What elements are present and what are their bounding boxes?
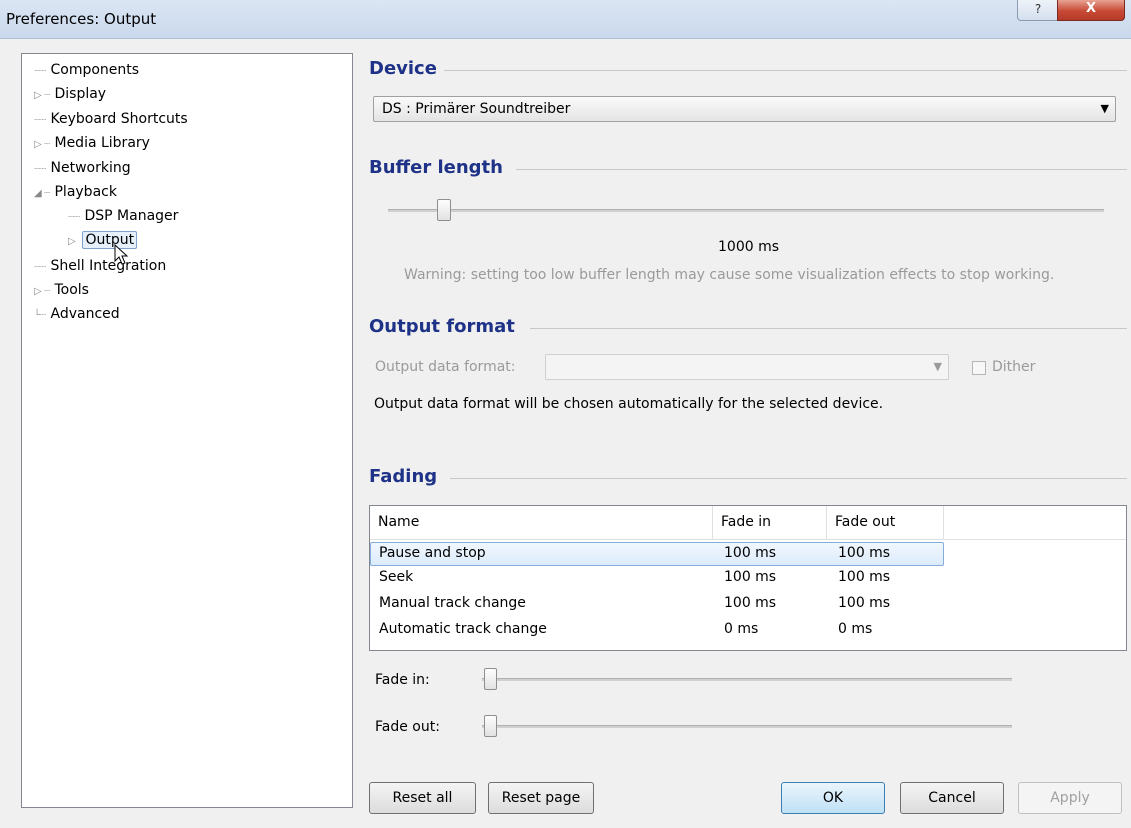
device-select[interactable]: DS : Primärer Soundtreiber ▼ xyxy=(373,96,1116,122)
tree-item-components[interactable]: ┈┈ Components xyxy=(34,60,139,82)
fade-out-slider-track[interactable] xyxy=(482,725,1012,728)
fade-in-label: Fade in: xyxy=(375,672,430,688)
tree-item-display[interactable]: ▷ ┈ Display xyxy=(34,84,106,106)
expand-icon[interactable]: ▷ xyxy=(34,135,44,155)
output-format-note: Output data format will be chosen automa… xyxy=(374,396,884,412)
dither-checkbox[interactable] xyxy=(972,361,986,375)
output-data-format-label: Output data format: xyxy=(375,359,516,375)
reset-all-button[interactable]: Reset all xyxy=(369,782,476,814)
row-fade-out: 100 ms xyxy=(838,569,891,585)
ok-button[interactable]: OK xyxy=(781,782,885,814)
tree-item-tools[interactable]: ▷ ┈ Tools xyxy=(34,280,89,302)
output-format-group-title: Output format xyxy=(369,316,515,337)
tree-item-label: Advanced xyxy=(50,306,120,322)
table-row[interactable]: Manual track change 100 ms 100 ms xyxy=(370,593,944,617)
fading-group-title: Fading xyxy=(369,466,438,487)
column-header-fade-out[interactable]: Fade out xyxy=(827,506,944,539)
row-fade-in: 0 ms xyxy=(724,621,759,637)
row-fade-out: 100 ms xyxy=(838,545,891,561)
row-fade-out: 0 ms xyxy=(838,621,873,637)
apply-button[interactable]: Apply xyxy=(1018,782,1122,814)
tree-item-label: Shell Integration xyxy=(50,258,167,274)
preferences-tree[interactable]: ┈┈ Components ▷ ┈ Display ┈┈ Keyboard Sho… xyxy=(21,53,353,808)
window-title: Preferences: Output xyxy=(6,10,157,28)
tree-item-playback[interactable]: ◢ ┈ Playback xyxy=(34,182,117,204)
fading-table[interactable]: Name Fade in Fade out Pause and stop 100… xyxy=(369,505,1127,651)
expand-icon[interactable]: ▷ xyxy=(68,232,78,252)
tree-item-label: Media Library xyxy=(54,135,150,151)
table-header: Name Fade in Fade out xyxy=(370,506,1126,540)
collapse-icon[interactable]: ◢ xyxy=(34,184,44,204)
device-select-value: DS : Primärer Soundtreiber xyxy=(382,101,571,117)
tree-item-dsp-manager[interactable]: ┈┈ DSP Manager xyxy=(68,206,178,228)
expand-icon[interactable]: ▷ xyxy=(34,282,44,302)
group-divider xyxy=(516,169,1127,170)
output-data-format-select[interactable]: ▼ xyxy=(545,354,949,380)
column-header-name[interactable]: Name xyxy=(370,506,713,539)
tree-item-label: Tools xyxy=(54,282,89,298)
tree-item-keyboard-shortcuts[interactable]: ┈┈ Keyboard Shortcuts xyxy=(34,109,188,131)
title-bar: Preferences: Output ? X xyxy=(0,0,1131,39)
help-button[interactable]: ? xyxy=(1017,0,1059,21)
group-divider xyxy=(530,328,1127,329)
device-group-title: Device xyxy=(369,58,437,79)
cancel-button[interactable]: Cancel xyxy=(900,782,1004,814)
chevron-down-icon: ▼ xyxy=(933,360,942,373)
expand-icon[interactable]: ▷ xyxy=(34,86,44,106)
fade-out-slider-thumb[interactable] xyxy=(484,715,497,737)
fade-out-label: Fade out: xyxy=(375,719,440,735)
row-name: Seek xyxy=(379,569,414,585)
buffer-group-title: Buffer length xyxy=(369,157,503,178)
tree-item-label: Display xyxy=(54,86,107,102)
group-divider xyxy=(450,478,1127,479)
close-button[interactable]: X xyxy=(1057,0,1125,21)
tree-item-label: Playback xyxy=(54,184,117,200)
row-fade-in: 100 ms xyxy=(724,595,777,611)
tree-item-networking[interactable]: ┈┈ Networking xyxy=(34,158,131,180)
fade-in-slider-thumb[interactable] xyxy=(484,668,497,690)
tree-item-label: Networking xyxy=(50,160,131,176)
buffer-warning: Warning: setting too low buffer length m… xyxy=(404,267,1055,283)
table-row[interactable]: Automatic track change 0 ms 0 ms xyxy=(370,619,944,643)
tree-item-label: Keyboard Shortcuts xyxy=(50,111,188,127)
fade-in-slider-track[interactable] xyxy=(482,678,1012,681)
row-name: Manual track change xyxy=(379,595,526,611)
row-fade-in: 100 ms xyxy=(724,545,777,561)
tree-item-media-library[interactable]: ▷ ┈ Media Library xyxy=(34,133,150,155)
dither-label: Dither xyxy=(992,359,1036,375)
group-divider xyxy=(444,70,1127,71)
row-name: Pause and stop xyxy=(379,545,486,561)
buffer-slider-track[interactable] xyxy=(388,209,1104,212)
buffer-slider-thumb[interactable] xyxy=(437,199,451,221)
mouse-cursor-icon xyxy=(114,244,129,265)
row-fade-in: 100 ms xyxy=(724,569,777,585)
table-row[interactable]: Pause and stop 100 ms 100 ms xyxy=(370,542,944,566)
table-row[interactable]: Seek 100 ms 100 ms xyxy=(370,567,944,591)
column-header-fade-in[interactable]: Fade in xyxy=(713,506,827,539)
tree-item-label: DSP Manager xyxy=(84,208,179,224)
tree-item-label: Components xyxy=(50,62,140,78)
reset-page-button[interactable]: Reset page xyxy=(488,782,594,814)
row-fade-out: 100 ms xyxy=(838,595,891,611)
row-name: Automatic track change xyxy=(379,621,547,637)
buffer-value: 1000 ms xyxy=(718,239,780,255)
tree-item-advanced[interactable]: └┈ Advanced xyxy=(34,304,120,326)
chevron-down-icon: ▼ xyxy=(1100,102,1109,115)
tree-item-shell-integration[interactable]: ┈┈ Shell Integration xyxy=(34,256,166,278)
